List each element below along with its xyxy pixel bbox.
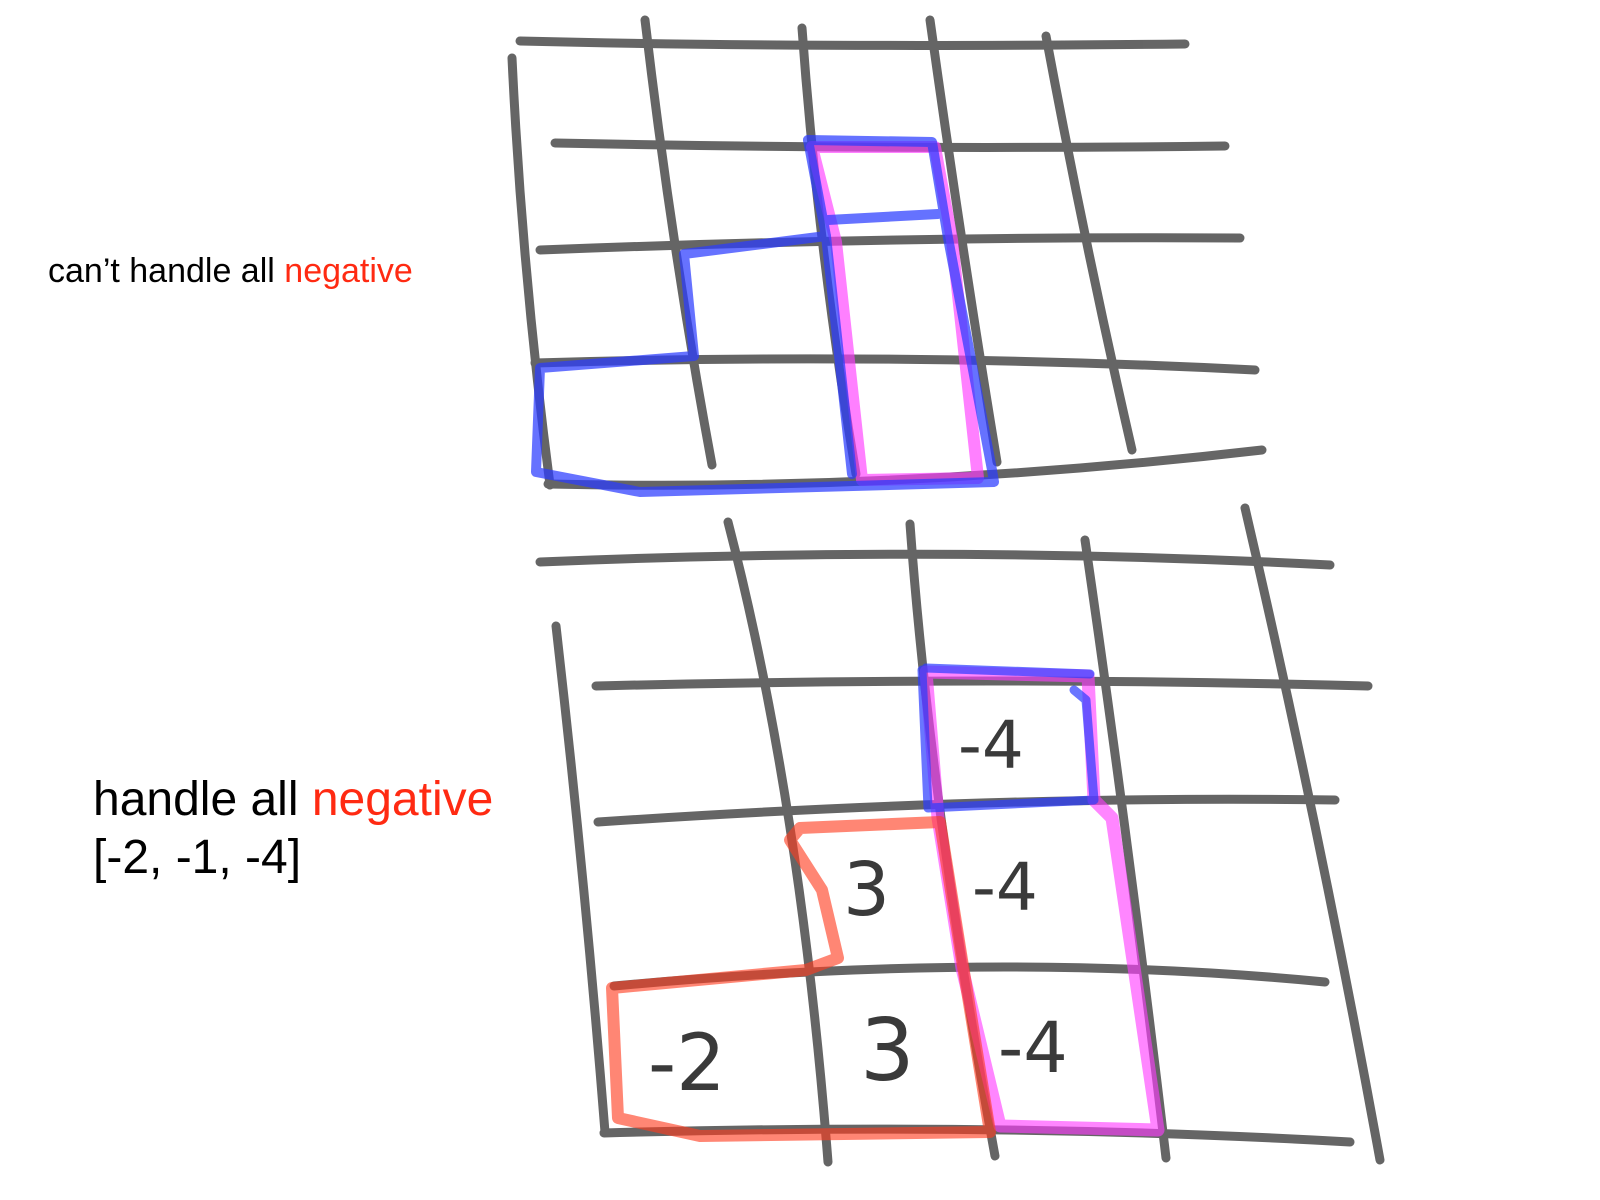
top-grid-hline-1 [515, 36, 1190, 50]
top-grid-hline-3 [535, 233, 1245, 255]
top-caption-highlight: negative [284, 252, 413, 290]
cell-value-mid-left: 3 [843, 847, 890, 933]
cell-value-bot-mid: 3 [860, 1001, 915, 1101]
bottom-caption-highlight: negative [311, 773, 494, 826]
bottom-caption: handle all negative [93, 772, 493, 827]
top-grid [507, 15, 1267, 490]
bottom-grid-vline-2 [723, 517, 833, 1167]
bottom-grid-vline-5 [1240, 503, 1385, 1165]
top-caption: can’t handle all negative [48, 252, 413, 291]
cell-value-mid-right: -4 [972, 849, 1038, 926]
cell-value-bot-left: -2 [648, 1019, 726, 1109]
bottom-grid-hline-2 [591, 676, 1373, 691]
top-caption-prefix: can’t handle all [48, 252, 285, 290]
bottom-grid-vline-1 [551, 621, 610, 1137]
cell-value-bot-right: -4 [998, 1007, 1068, 1089]
top-grid-vline-5 [1041, 31, 1137, 455]
bottom-grid-hline-1 [535, 549, 1335, 570]
top-grid-vline-1 [507, 53, 555, 490]
bottom-caption-prefix: handle all [93, 773, 312, 826]
cell-values: -4 3 -4 -2 3 -4 [648, 707, 1068, 1109]
top-blue-highlight [531, 135, 999, 497]
top-blue-staircase-outline [531, 135, 999, 497]
diagram-canvas: -4 3 -4 -2 3 -4 can’t handle all negativ… [0, 0, 1600, 1200]
grid-drawing: -4 3 -4 -2 3 -4 [507, 15, 1385, 1167]
cell-value-top-right: -4 [958, 707, 1024, 784]
top-blue-inner-divider [823, 209, 943, 225]
array-text: [-2, -1, -4] [93, 831, 302, 884]
